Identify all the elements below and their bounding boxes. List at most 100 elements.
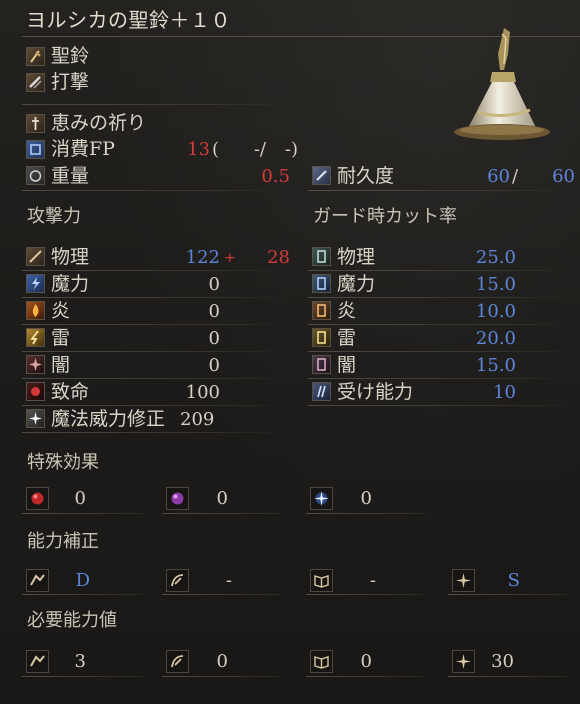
faith-requirement: 30 xyxy=(491,651,514,672)
guard-dark-value: 15.0 xyxy=(475,355,516,376)
sacred-chime-icon xyxy=(454,28,550,140)
item-title: ヨルシカの聖鈴＋１０ xyxy=(26,8,231,32)
poison-value: 0 xyxy=(216,488,228,509)
physical-attack-icon xyxy=(26,247,45,266)
guard-boost-icon xyxy=(312,382,331,401)
divider xyxy=(448,676,568,677)
attack-physical-plus: + xyxy=(224,250,236,266)
weapon-skill: 恵みの祈り xyxy=(51,112,147,134)
intelligence-icon xyxy=(310,569,333,592)
strength-req-icon xyxy=(26,650,49,673)
strength-icon xyxy=(26,569,49,592)
dexterity-requirement: 0 xyxy=(216,651,228,672)
bleed-value: 0 xyxy=(74,488,86,509)
divider xyxy=(308,270,578,271)
attack-dark-value: 0 xyxy=(208,355,220,376)
divider xyxy=(22,351,292,352)
guard-physical-label: 物理 xyxy=(337,246,376,268)
magic-guard-icon xyxy=(312,274,331,293)
faith-icon xyxy=(452,569,475,592)
attack-fire-value: 0 xyxy=(208,301,220,322)
sacred-chime-category-icon xyxy=(26,47,45,66)
divider xyxy=(22,405,292,406)
durability-icon xyxy=(312,166,331,185)
weight-value: 0.5 xyxy=(261,166,290,187)
fp-cost-icon xyxy=(26,140,45,159)
durability-current: 60 xyxy=(487,166,510,187)
divider xyxy=(162,676,282,677)
divider xyxy=(162,513,282,514)
divider xyxy=(22,324,292,325)
guard-fire-label: 炎 xyxy=(337,300,357,322)
divider xyxy=(162,594,282,595)
guard-physical-value: 25.0 xyxy=(475,247,516,268)
lightning-attack-icon xyxy=(26,328,45,347)
divider xyxy=(22,190,292,191)
fp-cost-value: 13 xyxy=(187,139,210,160)
frost-value: 0 xyxy=(360,488,372,509)
strength-scaling: D xyxy=(75,570,90,591)
attack-physical-value: 122 xyxy=(185,247,220,268)
physical-guard-icon xyxy=(312,247,331,266)
attack-fire-label: 炎 xyxy=(51,300,71,322)
divider xyxy=(306,676,426,677)
fp-cost-label: 消費FP xyxy=(51,138,115,160)
guard-magic-value: 15.0 xyxy=(475,274,516,295)
spell-buff-label: 魔法威力修正 xyxy=(51,408,166,430)
lightning-guard-icon xyxy=(312,328,331,347)
dark-attack-icon xyxy=(26,355,45,374)
dexterity-icon xyxy=(166,569,189,592)
weight-icon xyxy=(26,166,45,185)
frost-icon xyxy=(310,487,333,510)
attribute-bonus-header: 能力補正 xyxy=(27,531,99,552)
spell-buff-icon xyxy=(26,409,45,428)
critical-icon xyxy=(26,382,45,401)
dexterity-req-icon xyxy=(166,650,189,673)
guard-lightning-label: 雷 xyxy=(337,327,357,349)
strength-requirement: 3 xyxy=(74,651,86,672)
guard-dark-label: 闇 xyxy=(337,354,357,376)
divider xyxy=(308,297,578,298)
durability-label: 耐久度 xyxy=(337,165,395,187)
divider xyxy=(22,513,142,514)
bleed-icon xyxy=(26,487,49,510)
weapon-category: 聖鈴 xyxy=(51,45,90,67)
magic-attack-icon xyxy=(26,274,45,293)
divider xyxy=(22,104,292,105)
attack-critical-label: 致命 xyxy=(51,381,90,403)
durability-slash: / xyxy=(512,166,519,187)
poison-icon xyxy=(166,487,189,510)
intelligence-requirement: 0 xyxy=(360,651,372,672)
strike-damage-icon xyxy=(26,73,45,92)
guard-cut-header: ガード時カット率 xyxy=(313,206,457,227)
divider xyxy=(306,594,426,595)
divider xyxy=(22,676,142,677)
divider xyxy=(308,190,578,191)
divider xyxy=(22,594,142,595)
dark-guard-icon xyxy=(312,355,331,374)
attack-lightning-label: 雷 xyxy=(51,327,71,349)
attack-power-header: 攻撃力 xyxy=(27,206,81,227)
attack-magic-value: 0 xyxy=(208,274,220,295)
attack-critical-value: 100 xyxy=(185,382,220,403)
dexterity-scaling: - xyxy=(225,570,232,591)
attack-physical-bonus: 28 xyxy=(267,247,290,268)
intelligence-scaling: - xyxy=(369,570,376,591)
divider xyxy=(308,405,578,406)
guard-fire-value: 10.0 xyxy=(475,301,516,322)
attack-physical-label: 物理 xyxy=(51,246,90,268)
fp-secondary: -/ xyxy=(253,139,266,160)
attack-magic-label: 魔力 xyxy=(51,273,90,295)
faith-scaling: S xyxy=(507,570,520,591)
fp-paren-open: ( xyxy=(212,139,220,160)
attack-lightning-value: 0 xyxy=(208,328,220,349)
divider xyxy=(448,594,568,595)
weapon-detail-panel: ヨルシカの聖鈴＋１０ 聖鈴 打撃 恵みの祈り 消費FP 13 (-/ -) 重… xyxy=(0,0,580,704)
weight-label: 重量 xyxy=(51,165,90,187)
divider xyxy=(22,378,292,379)
divider xyxy=(306,513,426,514)
fire-guard-icon xyxy=(312,301,331,320)
divider xyxy=(22,297,292,298)
weapon-skill-icon xyxy=(26,114,45,133)
guard-lightning-value: 20.0 xyxy=(475,328,516,349)
